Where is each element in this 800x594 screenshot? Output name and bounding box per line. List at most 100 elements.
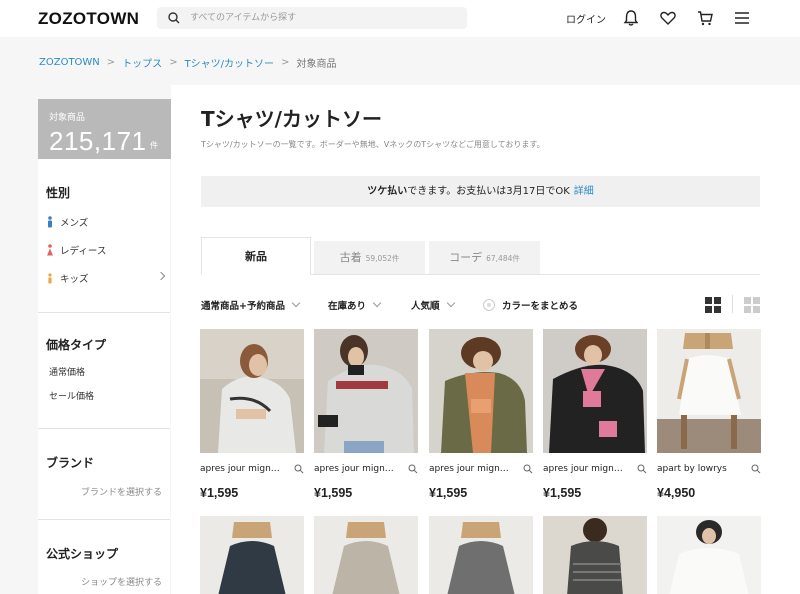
product-brand[interactable]: apart by lowrys xyxy=(657,464,743,474)
gender-ladies-label: レディース xyxy=(60,246,107,257)
mens-icon xyxy=(48,216,52,228)
divider xyxy=(38,312,170,313)
product-price: ¥1,595 xyxy=(543,486,582,500)
product-brand[interactable]: apres jour mign… xyxy=(314,464,400,474)
gender-mens[interactable]: メンズ xyxy=(46,215,88,229)
color-group-label: カラーをまとめる xyxy=(502,301,579,312)
brand-title: ブランド xyxy=(46,456,95,470)
login-link[interactable]: ログイン xyxy=(566,11,606,26)
search-bar[interactable] xyxy=(157,7,467,29)
product-price: ¥1,595 xyxy=(200,486,239,500)
breadcrumb-current: 対象商品 xyxy=(296,59,337,70)
main-content: Tシャツ/カットソー Tシャツ/カットソーの一覧です。ボーダーや無地、Vネックの… xyxy=(171,85,800,594)
product-image[interactable] xyxy=(314,329,418,453)
notice-detail-link[interactable]: 詳細 xyxy=(574,186,594,197)
result-count-box: 対象商品 215,171 件 xyxy=(38,99,178,159)
sort-label: 人気順 xyxy=(411,301,440,312)
tab-coordinate[interactable]: コーデ 67,484件 xyxy=(429,241,540,274)
view-separator xyxy=(732,295,733,313)
shop-title: 公式ショップ xyxy=(46,547,119,561)
product-image[interactable] xyxy=(543,329,647,453)
breadcrumb-tops[interactable]: トップス xyxy=(122,55,162,70)
product-card[interactable]: apres jour mign… ¥1,595 xyxy=(543,329,647,500)
product-brand[interactable]: apres jour mign… xyxy=(429,464,515,474)
sort-dropdown[interactable]: 人気順 xyxy=(411,298,455,312)
product-image[interactable] xyxy=(657,516,761,594)
result-count-value: 215,171 xyxy=(49,126,147,156)
zoom-icon[interactable] xyxy=(751,464,761,474)
page-title: Tシャツ/カットソー xyxy=(201,107,382,131)
product-brand[interactable]: apres jour mign… xyxy=(200,464,286,474)
bell-icon[interactable] xyxy=(622,9,640,27)
kids-icon xyxy=(48,273,52,284)
product-card[interactable]: apres jour mign… ¥1,595 xyxy=(429,329,533,500)
heart-icon[interactable] xyxy=(659,9,677,27)
product-brand[interactable]: apres jour mign… xyxy=(543,464,629,474)
product-card[interactable]: apres jour mign… ¥1,595 xyxy=(200,329,304,500)
cart-icon[interactable] xyxy=(696,9,714,27)
product-card[interactable]: apres jour mign… ¥1,595 xyxy=(314,329,418,500)
breadcrumb-separator: > xyxy=(281,57,290,68)
stock-label: 在庫あり xyxy=(328,301,367,312)
select-shop-link[interactable]: ショップを選択する xyxy=(81,575,162,588)
product-price: ¥4,950 xyxy=(657,486,696,500)
tab-new-label: 新品 xyxy=(245,250,267,263)
small-grid-view-icon[interactable] xyxy=(744,297,760,313)
gender-ladies[interactable]: レディース xyxy=(46,243,106,257)
price-regular[interactable]: 通常価格 xyxy=(49,365,85,378)
product-card[interactable]: apart by lowrys ¥4,950 xyxy=(657,329,761,500)
price-type-title: 価格タイプ xyxy=(46,338,107,352)
product-type-dropdown[interactable]: 通常商品+予約商品 xyxy=(201,298,301,312)
product-image[interactable] xyxy=(200,329,304,453)
product-image[interactable] xyxy=(657,329,761,453)
site-header: ZOZOTOWN ログイン xyxy=(0,0,800,37)
page-description: Tシャツ/カットソーの一覧です。ボーダーや無地、VネックのTシャツなどご用意して… xyxy=(201,140,545,149)
chevron-down-icon xyxy=(446,298,455,308)
product-image[interactable] xyxy=(429,516,533,594)
stock-dropdown[interactable]: 在庫あり xyxy=(328,298,382,312)
chevron-right-icon[interactable] xyxy=(156,271,166,281)
result-count-unit: 件 xyxy=(150,141,158,150)
zoom-icon[interactable] xyxy=(523,464,533,474)
radio-icon xyxy=(483,299,495,311)
large-grid-view-icon[interactable] xyxy=(705,297,721,313)
gender-kids[interactable]: キッズ xyxy=(46,271,89,285)
chevron-down-icon xyxy=(372,298,382,308)
gender-title: 性別 xyxy=(46,186,71,200)
price-sale[interactable]: セール価格 xyxy=(49,389,94,402)
color-group-toggle[interactable]: カラーをまとめる xyxy=(483,298,578,312)
notice-bold: ツケ払い xyxy=(367,186,408,197)
product-price: ¥1,595 xyxy=(314,486,353,500)
menu-icon[interactable] xyxy=(733,9,751,27)
gender-mens-label: メンズ xyxy=(60,218,89,229)
select-brand-link[interactable]: ブランドを選択する xyxy=(81,485,162,498)
zoom-icon[interactable] xyxy=(408,464,418,474)
tab-coordinate-count: 67,484件 xyxy=(486,254,520,263)
zoom-icon[interactable] xyxy=(294,464,304,474)
breadcrumb-home[interactable]: ZOZOTOWN xyxy=(39,57,100,68)
filter-sidebar: 性別 メンズ レディース キッズ 価格タイプ 通常価格 セール価格 ブランド ブ… xyxy=(38,159,170,594)
product-type-label: 通常商品+予約商品 xyxy=(201,301,285,312)
breadcrumb: ZOZOTOWN > トップス > Tシャツ/カットソー > 対象商品 xyxy=(39,55,336,70)
tab-used-count: 59,052件 xyxy=(365,254,400,263)
breadcrumb-category[interactable]: Tシャツ/カットソー xyxy=(185,55,274,70)
tab-used-label: 古着 xyxy=(339,251,362,264)
divider xyxy=(38,519,170,520)
divider xyxy=(38,428,170,429)
chevron-down-icon xyxy=(291,298,301,308)
payment-notice: ツケ払いできます。お支払いは3月17日でOK 詳細 xyxy=(201,176,760,207)
ladies-icon xyxy=(47,244,53,256)
breadcrumb-separator: > xyxy=(106,57,116,68)
tab-new[interactable]: 新品 xyxy=(201,237,311,275)
zoom-icon[interactable] xyxy=(637,464,647,474)
search-icon xyxy=(168,12,180,24)
product-image[interactable] xyxy=(543,516,647,594)
tab-coordinate-label: コーデ xyxy=(449,251,483,264)
site-logo[interactable]: ZOZOTOWN xyxy=(38,9,139,29)
search-input[interactable] xyxy=(190,9,450,27)
product-image[interactable] xyxy=(314,516,418,594)
tab-used[interactable]: 古着 59,052件 xyxy=(314,241,425,274)
result-count-label: 対象商品 xyxy=(49,113,86,123)
product-image[interactable] xyxy=(200,516,304,594)
product-image[interactable] xyxy=(429,329,533,453)
